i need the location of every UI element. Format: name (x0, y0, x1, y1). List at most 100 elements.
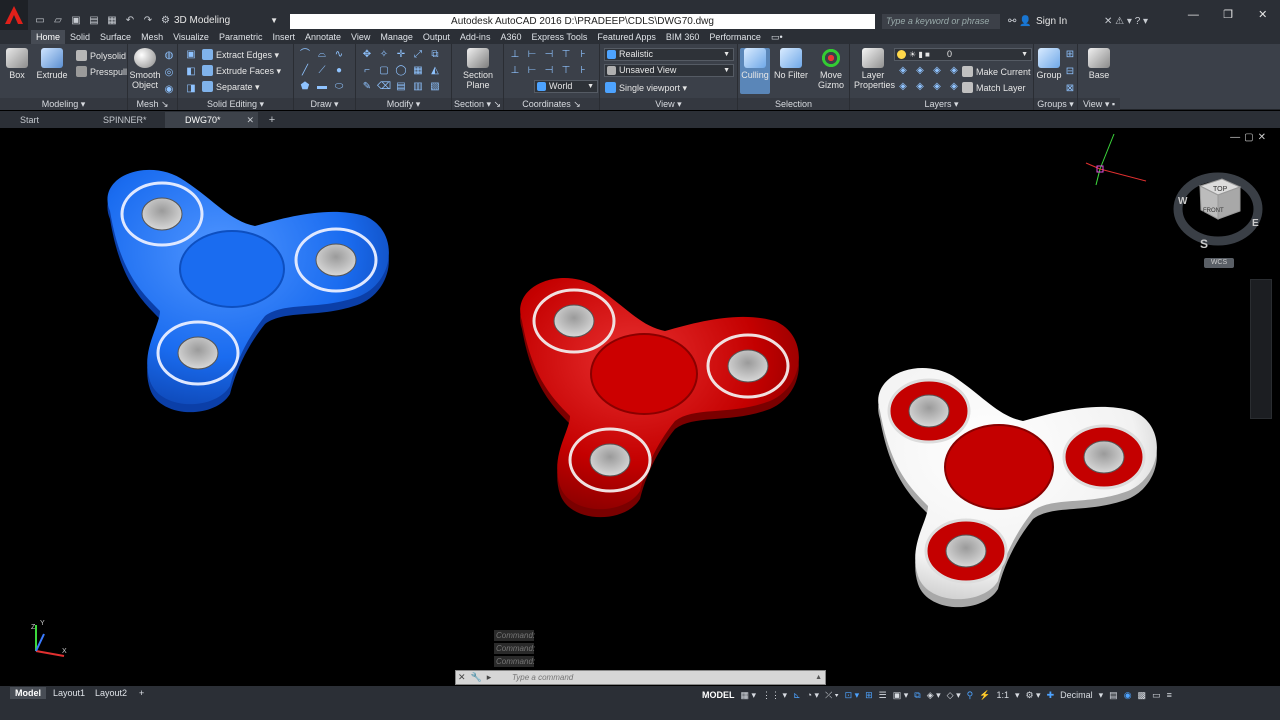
layer-icon[interactable]: ◈ (913, 64, 927, 78)
3d-osnap-icon[interactable]: ⧉ (912, 688, 922, 702)
move-icon[interactable]: ✥ (360, 48, 374, 62)
undo-icon[interactable]: ↶ (122, 13, 138, 29)
layout-tab-layout2[interactable]: Layout2 (90, 687, 132, 699)
rotate-icon[interactable]: ◯ (394, 64, 408, 78)
explode-icon[interactable]: ▥ (411, 80, 425, 94)
group-button[interactable]: Group (1036, 48, 1062, 94)
layer-icon[interactable]: ◈ (896, 64, 910, 78)
tab-add-ins[interactable]: Add-ins (455, 30, 496, 44)
viewcube-top-label[interactable]: TOP (1213, 186, 1228, 193)
polyline-icon[interactable]: ⟋ (315, 64, 329, 78)
ucs-icon[interactable]: ⊤ (559, 64, 573, 78)
compass-e-label[interactable]: E (1252, 218, 1259, 229)
panel-title-solid-editing[interactable]: Solid Editing ▾ (178, 98, 293, 110)
tab-a360[interactable]: A360 (495, 30, 526, 44)
ucs-icon[interactable]: ⊥ (508, 48, 522, 62)
compass-s-label[interactable]: S (1200, 237, 1208, 251)
layer-icon[interactable]: ◈ (947, 64, 961, 78)
tab-surface[interactable]: Surface (95, 30, 136, 44)
sign-in-button[interactable]: ⚯ 👤 Sign In (1006, 14, 1102, 29)
chevron-up-icon[interactable]: ▲ (815, 671, 822, 684)
panel-title-modeling[interactable]: Modeling ▾ (0, 98, 127, 110)
no-filter-button[interactable]: No Filter (772, 48, 810, 94)
layout-tab-layout1[interactable]: Layout1 (48, 687, 90, 699)
tab-solid[interactable]: Solid (65, 30, 95, 44)
layer-select[interactable]: ☀ ▮ ■ 0 ▼ (894, 48, 1032, 61)
file-tab-start[interactable]: Start (0, 112, 90, 128)
tab-insert[interactable]: Insert (267, 30, 300, 44)
command-input[interactable] (512, 672, 812, 683)
units-display[interactable]: Decimal (1058, 688, 1095, 702)
add-icon[interactable]: ✚ (1045, 688, 1057, 702)
tab-parametric[interactable]: Parametric (214, 30, 268, 44)
snap-tracking-icon[interactable]: ⊞ (863, 688, 875, 702)
isolate-icon[interactable]: ◉ (1122, 688, 1134, 702)
open-file-icon[interactable]: ▱ (50, 13, 66, 29)
file-tab-spinner[interactable]: SPINNER* (83, 112, 173, 128)
base-view-button[interactable]: Base (1084, 48, 1114, 94)
mirror-icon[interactable]: ◭ (428, 64, 442, 78)
panel-title-modify[interactable]: Modify ▾ (356, 98, 451, 110)
new-file-icon[interactable]: ▭ (32, 13, 48, 29)
make-current-button[interactable]: Make Current (962, 65, 1031, 79)
ucs-icon[interactable]: ⊢ (525, 64, 539, 78)
intersect-icon[interactable]: ◨ (184, 82, 198, 96)
line-icon[interactable]: ╱ (298, 64, 312, 78)
chevron-down-icon[interactable]: ▾ (1013, 688, 1022, 702)
ucs-icon[interactable]: ⊢ (525, 48, 539, 62)
polyline-icon[interactable]: ⌒ (298, 48, 312, 62)
layer-properties-button[interactable]: Layer Properties (854, 48, 895, 94)
gizmo-icon[interactable]: ✧ (377, 48, 391, 62)
panel-title-mesh[interactable]: Mesh ↘ (128, 98, 177, 110)
red-fidget-spinner[interactable] (520, 278, 799, 518)
ucs-icon[interactable]: ⊥ (508, 64, 522, 78)
union-icon[interactable]: ▣ (184, 48, 198, 62)
tab-mesh[interactable]: Mesh (136, 30, 168, 44)
ucs-world-select[interactable]: World ▼ (534, 80, 598, 93)
offset-icon[interactable]: ▢ (377, 64, 391, 78)
autocad-logo[interactable] (0, 0, 28, 30)
tab-bim-360[interactable]: BIM 360 (661, 30, 705, 44)
arc-icon[interactable]: ⌓ (315, 48, 329, 62)
extrude-faces-button[interactable]: Extrude Faces ▾ (202, 64, 281, 78)
mesh-icon[interactable]: ◉ (162, 83, 176, 97)
ucs-icon[interactable]: ⊦ (576, 48, 590, 62)
extrude-button[interactable]: Extrude (35, 48, 69, 94)
viewport-config-button[interactable]: Single viewport ▾ (605, 81, 687, 95)
help-group[interactable]: ✕ ⚠ ▾ ? ▾ (1104, 14, 1174, 29)
save-as-icon[interactable]: ▤ (86, 13, 102, 29)
named-view-select[interactable]: Unsaved View ▼ (604, 64, 734, 77)
chevron-down-icon[interactable]: ▾ (1097, 688, 1106, 702)
minimize-icon[interactable]: — (1176, 0, 1211, 30)
dynamic-ucs-icon[interactable]: ◈ ▾ (925, 688, 943, 702)
viewcube-front-label[interactable]: FRONT (1203, 208, 1224, 214)
workspace-selector[interactable]: 3D Modeling ▼ (160, 14, 280, 28)
rectangle-icon[interactable]: ▬ (315, 80, 329, 94)
annotation-scale[interactable]: 1:1 (994, 688, 1011, 702)
compass-w-label[interactable]: W (1178, 196, 1188, 207)
smooth-object-button[interactable]: Smooth Object (129, 48, 161, 94)
tab-express-tools[interactable]: Express Tools (526, 30, 592, 44)
tab-view[interactable]: View (346, 30, 375, 44)
fillet-icon[interactable]: ⌐ (360, 64, 374, 78)
hardware-accel-icon[interactable]: ▩ (1136, 688, 1149, 702)
culling-button[interactable]: Culling (740, 48, 770, 94)
mesh-icon[interactable]: ◎ (162, 66, 176, 80)
selection-cycling-icon[interactable]: ▣ ▾ (891, 688, 911, 702)
navigation-bar[interactable] (1250, 279, 1272, 419)
quick-properties-icon[interactable]: ▤ (1107, 688, 1120, 702)
lineweight-icon[interactable]: ☰ (877, 688, 889, 702)
polysolid-button[interactable]: Polysolid (76, 49, 126, 63)
close-icon[interactable]: ✕ (1245, 0, 1280, 30)
wcs-menu[interactable]: WCS (1204, 258, 1234, 268)
layer-icon[interactable]: ◈ (947, 80, 961, 94)
visual-style-select[interactable]: Realistic ▼ (604, 48, 734, 61)
gear-icon[interactable]: ⚙ ▾ (1023, 688, 1042, 702)
separate-button[interactable]: Separate ▾ (202, 80, 260, 94)
erase-icon[interactable]: ⌫ (377, 80, 391, 94)
panel-title-layers[interactable]: Layers ▾ (850, 98, 1033, 110)
blue-fidget-spinner[interactable] (107, 169, 389, 413)
subtract-icon[interactable]: ◧ (184, 65, 198, 79)
circle-icon[interactable]: ● (332, 64, 346, 78)
section-plane-button[interactable]: Section Plane (460, 48, 496, 94)
